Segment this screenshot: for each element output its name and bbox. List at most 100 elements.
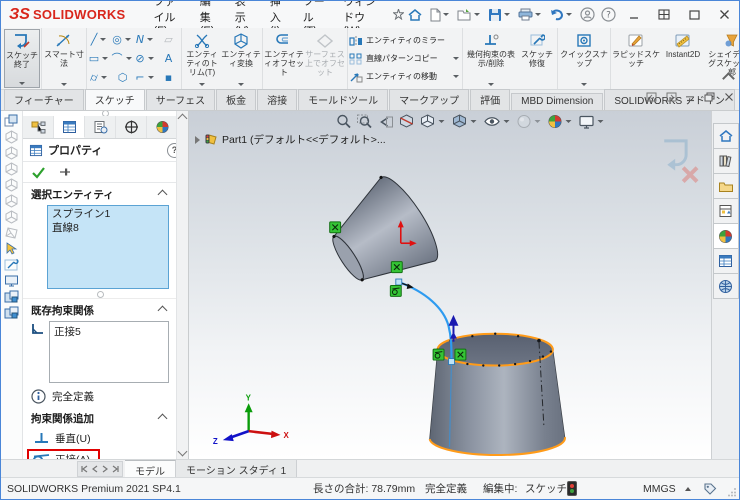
graphics-area[interactable]: Y X Z [189, 111, 711, 459]
move-entities-button[interactable]: エンティティの移動 [349, 68, 461, 86]
edit-appearance-button[interactable] [516, 114, 542, 129]
display-style-button[interactable] [451, 114, 478, 129]
tab-evaluate[interactable]: 評価 [470, 89, 510, 110]
existing-relations-header[interactable]: 既存拘束関係 [23, 299, 177, 320]
slot-tool[interactable]: ⌭ [88, 68, 111, 87]
print-button[interactable] [515, 4, 546, 26]
section-collapse-icon[interactable] [158, 414, 168, 424]
next-tab-icon[interactable] [102, 465, 108, 473]
hide-show-items-button[interactable] [483, 115, 511, 128]
confirmation-corner[interactable] [664, 141, 697, 182]
dock-cube-icon[interactable] [4, 210, 19, 224]
fillet-tool[interactable]: ⌐ [134, 68, 157, 87]
repair-sketch-button[interactable]: スケッチ修復 [518, 29, 556, 88]
motion-study-tab[interactable]: モーション スタディ 1 [176, 460, 297, 477]
dock-copy-icon[interactable] [4, 114, 19, 128]
doc-restore-icon[interactable] [704, 92, 715, 102]
relation-option-tangent[interactable]: 正接(A) [27, 449, 100, 459]
last-tab-icon[interactable] [112, 465, 120, 473]
ellipse-tool[interactable]: ⊘ [134, 49, 157, 68]
tab-mold-tools[interactable]: モールドツール [298, 89, 388, 110]
relation-marker[interactable] [455, 349, 466, 360]
section-divider[interactable] [23, 291, 177, 299]
section-collapse-icon[interactable] [158, 306, 168, 316]
panel-scrollbar[interactable] [176, 111, 188, 459]
dock-slanted-cube-icon[interactable] [4, 226, 19, 240]
tree-item-label[interactable]: Part1 (デフォルト<<デフォルト>... [222, 132, 386, 147]
user-account-button[interactable] [577, 4, 598, 26]
doc-close-icon[interactable] [724, 92, 734, 102]
quick-snaps-button[interactable]: クイックスナップ [559, 29, 609, 88]
plane-tool[interactable]: ▱ [157, 30, 180, 49]
tab-features[interactable]: フィーチャー [4, 89, 84, 110]
unit-system[interactable]: MMGS [643, 483, 676, 495]
scroll-up-icon[interactable] [178, 114, 188, 124]
relation-marker[interactable] [391, 262, 402, 273]
relation-option-perpendicular[interactable]: 垂直(U) [29, 429, 169, 448]
help-button[interactable]: ? [598, 4, 619, 26]
dock-cube-icon[interactable] [4, 146, 19, 160]
zoom-area-button[interactable] [356, 114, 372, 129]
dock-cube-icon[interactable] [4, 178, 19, 192]
dock-wrench-icon[interactable] [4, 258, 19, 272]
add-relations-header[interactable]: 拘束関係追加 [23, 407, 177, 428]
previous-view-button[interactable] [377, 115, 393, 129]
relation-marker-tangent[interactable] [433, 349, 444, 360]
undo-button[interactable] [546, 4, 577, 26]
spline-endpoint[interactable] [449, 359, 455, 365]
appearances-tab[interactable] [713, 223, 739, 249]
maximize-button[interactable] [679, 3, 709, 27]
display-manager-tab[interactable] [147, 116, 177, 138]
list-item[interactable]: 正接5 [54, 324, 164, 339]
tab-sketch[interactable]: スケッチ [85, 89, 145, 110]
design-library-tab[interactable] [713, 148, 739, 174]
smart-dimension-button[interactable]: スマート寸法 [43, 29, 85, 88]
dock-copy-settings-icon[interactable] [4, 290, 19, 304]
dock-cube-icon[interactable] [4, 162, 19, 176]
minimize-button[interactable] [619, 3, 649, 27]
tab-surfaces[interactable]: サーフェス [146, 89, 215, 110]
model-tab[interactable]: モデル [125, 460, 176, 477]
doc-minimize-icon[interactable] [686, 93, 695, 102]
selected-entities-listbox[interactable]: スプライン1 直線8 [47, 205, 169, 289]
feature-manager-tab[interactable] [23, 116, 54, 138]
dock-cube-icon[interactable] [4, 194, 19, 208]
close-button[interactable] [709, 3, 739, 27]
offset-on-surface-button[interactable]: サーフェス上でオフセット [304, 29, 346, 88]
tab-weldments[interactable]: 溶接 [257, 89, 297, 110]
property-manager-tab[interactable] [54, 116, 85, 138]
view-orientation-button[interactable] [419, 114, 446, 129]
display-delete-relations-button[interactable]: 幾何拘束の表示/削除 [464, 29, 518, 88]
polygon-tool[interactable]: ⬡ [111, 68, 134, 87]
section-collapse-icon[interactable] [158, 190, 168, 200]
prev-tab-icon[interactable] [92, 465, 98, 473]
graphics-viewport[interactable]: Part1 (デフォルト<<デフォルト>... [189, 111, 711, 459]
rapid-sketch-button[interactable]: ラピッドスケッチ [612, 29, 660, 88]
exit-sketch-button[interactable]: スケッチ終了 [4, 29, 40, 88]
zoom-fit-button[interactable] [336, 114, 351, 129]
open-button[interactable] [454, 4, 485, 26]
selected-entities-header[interactable]: 選択エンティティ [23, 183, 177, 204]
apply-scene-button[interactable] [547, 114, 573, 129]
dimxpert-manager-tab[interactable] [116, 116, 147, 138]
dock-copy-settings-icon[interactable] [4, 306, 19, 320]
text-tool[interactable]: A [157, 49, 180, 68]
first-tab-icon[interactable] [80, 465, 88, 473]
custom-properties-tab[interactable] [713, 248, 739, 274]
mirror-entities-button[interactable]: エンティティのミラー [349, 32, 461, 50]
tab-mbd-dimension[interactable]: MBD Dimension [511, 93, 603, 110]
view-settings-button[interactable] [578, 115, 605, 129]
trim-entities-button[interactable]: エンティティのトリム(T) [183, 29, 221, 88]
tree-expand-icon[interactable] [195, 136, 200, 144]
file-explorer-tab[interactable] [713, 173, 739, 199]
save-button[interactable] [485, 4, 515, 26]
dock-monitor-icon[interactable] [4, 274, 19, 288]
spline-tool[interactable]: N [134, 30, 157, 49]
home-button[interactable] [404, 4, 426, 26]
pane-collapse-left-icon[interactable] [646, 92, 657, 102]
unit-system-caret[interactable] [685, 487, 691, 491]
relation-marker-tangent[interactable] [390, 285, 401, 296]
cone-body[interactable] [314, 169, 447, 304]
configuration-manager-tab[interactable] [85, 116, 116, 138]
ok-check-icon[interactable] [31, 166, 46, 179]
